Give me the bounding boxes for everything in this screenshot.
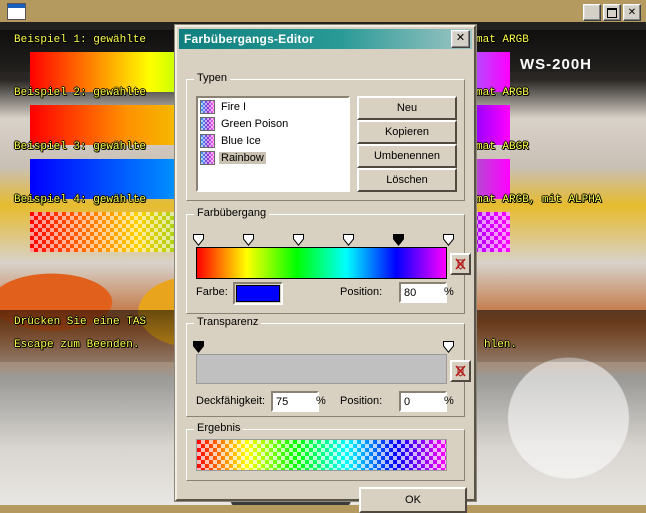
- delete-stop-icon: [455, 365, 466, 377]
- percent-sign-position-transparency: %: [444, 395, 454, 407]
- position-input-transparency[interactable]: 0: [399, 391, 447, 412]
- background-window-titlebar: _ ✕: [0, 0, 646, 24]
- gradient-swatch-icon: [200, 99, 215, 114]
- result-gradient-preview: [196, 439, 447, 471]
- bg-right-line-1: mat ARGB: [476, 34, 529, 46]
- bg-right-line-2: mat ARGB: [476, 87, 529, 99]
- dialog-body: Typen Fire I Green Poison Blue Ice Rainb…: [177, 51, 474, 513]
- bg-line-4: Beispiel 4: gewählte: [14, 194, 147, 206]
- bg-right-line-5: hlen.: [484, 339, 518, 351]
- window-controls: _ ✕: [583, 4, 641, 24]
- bg-line-2: Beispiel 2: gewählte: [14, 87, 147, 99]
- delete-button[interactable]: Löschen: [357, 168, 457, 192]
- maximize-button[interactable]: [603, 4, 621, 21]
- list-item[interactable]: Blue Ice: [198, 132, 348, 149]
- percent-sign-opacity: %: [316, 395, 326, 407]
- transparency-stop-0-selected[interactable]: [193, 341, 204, 353]
- transparency-gradient-preview[interactable]: [196, 354, 447, 384]
- gradient-stop-40[interactable]: [293, 234, 304, 246]
- gradient-swatch-icon: [200, 116, 215, 131]
- opacity-label: Deckfähigkeit:: [196, 395, 266, 407]
- color-swatch-fill: [236, 285, 280, 302]
- percent-sign-color: %: [444, 286, 454, 298]
- copy-button[interactable]: Kopieren: [357, 120, 457, 144]
- group-ergebnis-label: Ergebnis: [194, 422, 244, 434]
- bg-right-line-3: mat ABGR: [476, 141, 529, 153]
- close-icon: ✕: [627, 7, 637, 18]
- minimize-icon: _: [588, 9, 596, 24]
- gradient-stop-60[interactable]: [343, 234, 354, 246]
- position-input-color[interactable]: 80: [399, 282, 447, 303]
- list-item[interactable]: Fire I: [198, 98, 348, 115]
- types-listbox[interactable]: Fire I Green Poison Blue Ice Rainbow: [196, 96, 350, 192]
- group-farbuebergang-label: Farbübergang: [194, 207, 270, 219]
- delete-color-stop-button[interactable]: [450, 253, 471, 275]
- delete-transparency-stop-button[interactable]: [450, 360, 471, 382]
- position-label-color: Position:: [340, 286, 383, 298]
- bg-right-line-4: mat ARGB, mit ALPHA: [476, 194, 602, 206]
- bg-line-3: Beispiel 3: gewählte: [14, 141, 147, 153]
- list-item-label: Blue Ice: [221, 134, 261, 147]
- list-item-label: Rainbow: [219, 151, 266, 164]
- ok-button[interactable]: OK: [359, 487, 467, 513]
- color-gradient-preview[interactable]: [196, 247, 447, 279]
- position-label-transparency: Position:: [340, 395, 383, 407]
- group-transparenz-label: Transparenz: [194, 316, 262, 328]
- transparency-stop-100[interactable]: [443, 341, 454, 353]
- gradient-swatch-icon: [200, 150, 215, 165]
- rename-button[interactable]: Umbenennen: [357, 144, 457, 168]
- maximize-icon: [604, 5, 620, 20]
- dialog-title: Farbübergangs-Editor: [184, 32, 315, 46]
- color-swatch-button[interactable]: [233, 282, 283, 305]
- bg-line-6: Escape zum Beenden.: [14, 339, 140, 351]
- gradient-stop-80-selected[interactable]: [393, 234, 404, 246]
- gradient-stop-0[interactable]: [193, 234, 204, 246]
- list-item-label: Green Poison: [221, 117, 289, 130]
- minimize-button[interactable]: _: [583, 4, 601, 24]
- list-item[interactable]: Green Poison: [198, 115, 348, 132]
- bg-line-5: Drücken Sie eine TAS: [14, 316, 147, 328]
- gradient-stop-100[interactable]: [443, 234, 454, 246]
- dialog-close-button[interactable]: ✕: [451, 30, 470, 48]
- device-label: WS-200H: [520, 56, 593, 73]
- app-icon: [7, 3, 26, 20]
- new-button[interactable]: Neu: [357, 96, 457, 120]
- delete-stop-icon: [455, 258, 466, 270]
- close-button[interactable]: ✕: [623, 4, 641, 21]
- gradient-swatch-icon: [200, 133, 215, 148]
- list-item-label: Fire I: [221, 100, 247, 113]
- gradient-stop-20[interactable]: [243, 234, 254, 246]
- screen: _ ✕ Beispiel 1: gewählte Beispiel 2: gew…: [0, 0, 646, 513]
- color-label: Farbe:: [196, 286, 228, 298]
- opacity-input[interactable]: 75: [271, 391, 319, 412]
- gradient-stops-track[interactable]: [193, 234, 454, 247]
- bg-line-1: Beispiel 1: gewählte: [14, 34, 147, 46]
- transparency-stops-track[interactable]: [193, 341, 454, 354]
- list-item-selected[interactable]: Rainbow: [198, 149, 348, 166]
- color-gradient-editor-dialog: Farbübergangs-Editor ✕ Typen Fire I Gree…: [175, 25, 476, 513]
- dialog-titlebar[interactable]: Farbübergangs-Editor ✕: [179, 29, 472, 49]
- group-typen-label: Typen: [194, 72, 230, 84]
